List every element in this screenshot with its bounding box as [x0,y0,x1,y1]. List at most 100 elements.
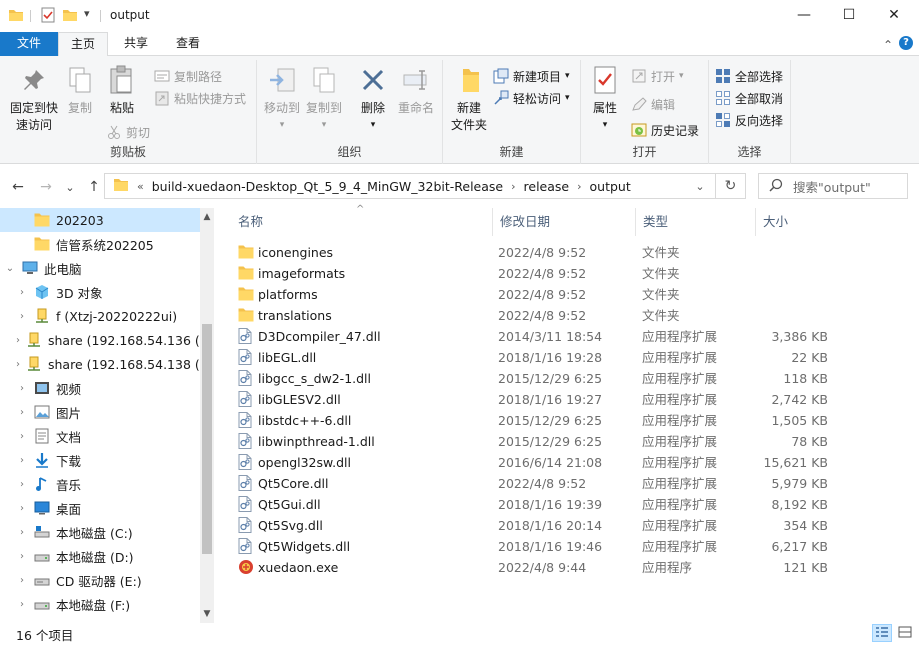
address-dropdown-icon[interactable]: ⌄ [685,174,715,198]
scroll-up-icon[interactable]: ▲ [200,212,214,222]
collapse-chevron-icon[interactable]: › [16,407,28,418]
copy-path-button[interactable]: 复制路径 [154,66,222,86]
nav-item[interactable]: › 3D 对象 [0,280,200,304]
nav-item[interactable]: › share (192.168.54.138 (xu [0,352,200,376]
expand-chevron-icon[interactable]: ⌄ [4,263,16,274]
collapse-chevron-icon[interactable]: › [16,455,28,466]
collapse-chevron-icon[interactable]: › [16,335,20,346]
collapse-chevron-icon[interactable]: › [16,383,28,394]
file-row[interactable]: opengl32sw.dll 2016/6/14 21:08 应用程序扩展 15,62… [234,452,834,473]
maximize-button[interactable]: ☐ [826,0,872,30]
tab-home[interactable]: 主页 [58,32,108,57]
column-header-date[interactable]: 修改日期 [492,208,636,236]
collapse-chevron-icon[interactable]: › [16,527,28,538]
ribbon-collapse-icon[interactable]: ⌃ [883,38,893,52]
copy-to-button[interactable]: 复制到 ▾ [303,64,345,134]
file-row[interactable]: xuedaon.exe 2022/4/8 9:44 应用程序 121 KB [234,557,834,578]
minimize-button[interactable]: — [781,0,827,30]
forward-button[interactable]: → [36,178,56,196]
details-view-button[interactable] [872,624,892,642]
file-row[interactable]: libstdc++-6.dll 2015/12/29 6:25 应用程序扩展 1,50… [234,410,834,431]
nav-item[interactable]: › 下载 [0,448,200,472]
breadcrumb-separator-icon[interactable]: › [511,180,515,193]
scrollbar-thumb[interactable] [202,324,212,554]
collapse-chevron-icon[interactable]: › [16,431,28,442]
nav-item[interactable]: › 图片 [0,400,200,424]
edit-button[interactable]: 编辑 [631,94,675,114]
collapse-chevron-icon[interactable]: › [16,287,28,298]
nav-item[interactable]: 信管系统202205 [0,232,200,256]
move-to-button[interactable]: 移动到 ▾ [261,64,303,134]
column-header-name[interactable]: 名称 [230,208,492,236]
new-item-button[interactable]: 新建项目 ▾ [493,66,570,86]
collapse-chevron-icon[interactable]: › [16,551,28,562]
properties-icon[interactable] [40,7,56,25]
address-overflow[interactable]: « [137,180,144,193]
select-all-button[interactable]: 全部选择 [715,66,783,86]
paste-button[interactable]: 粘贴 [104,64,140,117]
breadcrumb-build[interactable]: build-xuedaon-Desktop_Qt_5_9_4_MinGW_32b… [152,179,503,194]
nav-item[interactable]: › f (Xtzj-20220222ui) [0,304,200,328]
file-row[interactable]: platforms 2022/4/8 9:52 文件夹 [234,284,834,305]
file-row[interactable]: Qt5Core.dll 2022/4/8 9:52 应用程序扩展 5,979 KB [234,473,834,494]
nav-item[interactable]: 202203 [0,208,200,232]
paste-shortcut-button[interactable]: 粘贴快捷方式 [154,88,246,108]
file-row[interactable]: libGLESV2.dll 2018/1/16 19:27 应用程序扩展 2,742 … [234,389,834,410]
collapse-chevron-icon[interactable]: › [16,575,28,586]
help-icon[interactable]: ? [899,36,913,50]
nav-item[interactable]: › 本地磁盘 (D:) [0,544,200,568]
tab-share[interactable]: 共享 [112,32,160,56]
nav-item[interactable]: › 文档 [0,424,200,448]
breadcrumb-output[interactable]: output [590,179,631,194]
large-icons-view-button[interactable] [895,624,915,642]
invert-selection-button[interactable]: 反向选择 [715,110,783,130]
nav-item[interactable]: › 音乐 [0,472,200,496]
breadcrumb-separator-icon[interactable]: › [577,180,581,193]
file-row[interactable]: iconengines 2022/4/8 9:52 文件夹 [234,242,834,263]
file-row[interactable]: libgcc_s_dw2-1.dll 2015/12/29 6:25 应用程序扩展 1… [234,368,834,389]
history-button[interactable]: 历史记录 [631,120,699,140]
refresh-button[interactable]: ↻ [715,174,745,198]
collapse-chevron-icon[interactable]: › [16,311,28,322]
file-row[interactable]: imageformats 2022/4/8 9:52 文件夹 [234,263,834,284]
nav-item[interactable]: › CD 驱动器 (E:) [0,568,200,592]
recent-locations-button[interactable]: ⌄ [60,178,80,196]
collapse-chevron-icon[interactable]: › [16,359,20,370]
search-input[interactable]: 搜索"output" [758,173,908,199]
file-row[interactable]: libEGL.dll 2018/1/16 19:28 应用程序扩展 22 KB [234,347,834,368]
collapse-chevron-icon[interactable]: › [16,599,28,610]
tab-view[interactable]: 查看 [164,32,212,56]
properties-button[interactable]: 属性 ▾ [587,64,623,134]
cut-button[interactable]: 剪切 [106,122,150,142]
file-row[interactable]: Qt5Widgets.dll 2018/1/16 19:46 应用程序扩展 6,217… [234,536,834,557]
file-row[interactable]: translations 2022/4/8 9:52 文件夹 [234,305,834,326]
folder-icon[interactable] [8,7,24,25]
scroll-down-icon[interactable]: ▼ [200,609,214,619]
pin-quick-access-button[interactable]: 固定到快 速访问 [6,64,62,134]
file-row[interactable]: libwinpthread-1.dll 2015/12/29 6:25 应用程序扩展… [234,431,834,452]
nav-item[interactable]: › 本地磁盘 (C:) [0,520,200,544]
qat-dropdown-icon[interactable]: ▾ [84,7,90,25]
close-button[interactable]: ✕ [871,0,917,30]
new-folder-button[interactable]: 新建 文件夹 [447,64,491,134]
up-button[interactable]: ↑ [84,178,104,196]
nav-item[interactable]: › share (192.168.54.136 (xu [0,328,200,352]
nav-item[interactable]: › 本地磁盘 (F:) [0,592,200,616]
copy-button[interactable]: 复制 [62,64,98,117]
rename-button[interactable]: 重命名 [395,64,437,117]
nav-scrollbar[interactable]: ▲ ▼ [200,208,214,623]
easy-access-button[interactable]: 轻松访问 ▾ [493,88,570,108]
nav-item[interactable]: › 视频 [0,376,200,400]
open-button[interactable]: 打开 ▾ [631,66,684,86]
column-header-size[interactable]: 大小 [755,208,835,236]
nav-item[interactable]: › 桌面 [0,496,200,520]
tab-file[interactable]: 文件 [0,32,58,56]
address-bar[interactable]: « build-xuedaon-Desktop_Qt_5_9_4_MinGW_3… [104,173,746,199]
back-button[interactable]: ← [8,178,28,196]
nav-item[interactable]: ⌄ 此电脑 [0,256,200,280]
collapse-chevron-icon[interactable]: › [16,479,28,490]
file-row[interactable]: D3Dcompiler_47.dll 2014/3/11 18:54 应用程序扩展 3… [234,326,834,347]
select-none-button[interactable]: 全部取消 [715,88,783,108]
file-row[interactable]: Qt5Gui.dll 2018/1/16 19:39 应用程序扩展 8,192 KB [234,494,834,515]
collapse-chevron-icon[interactable]: › [16,503,28,514]
